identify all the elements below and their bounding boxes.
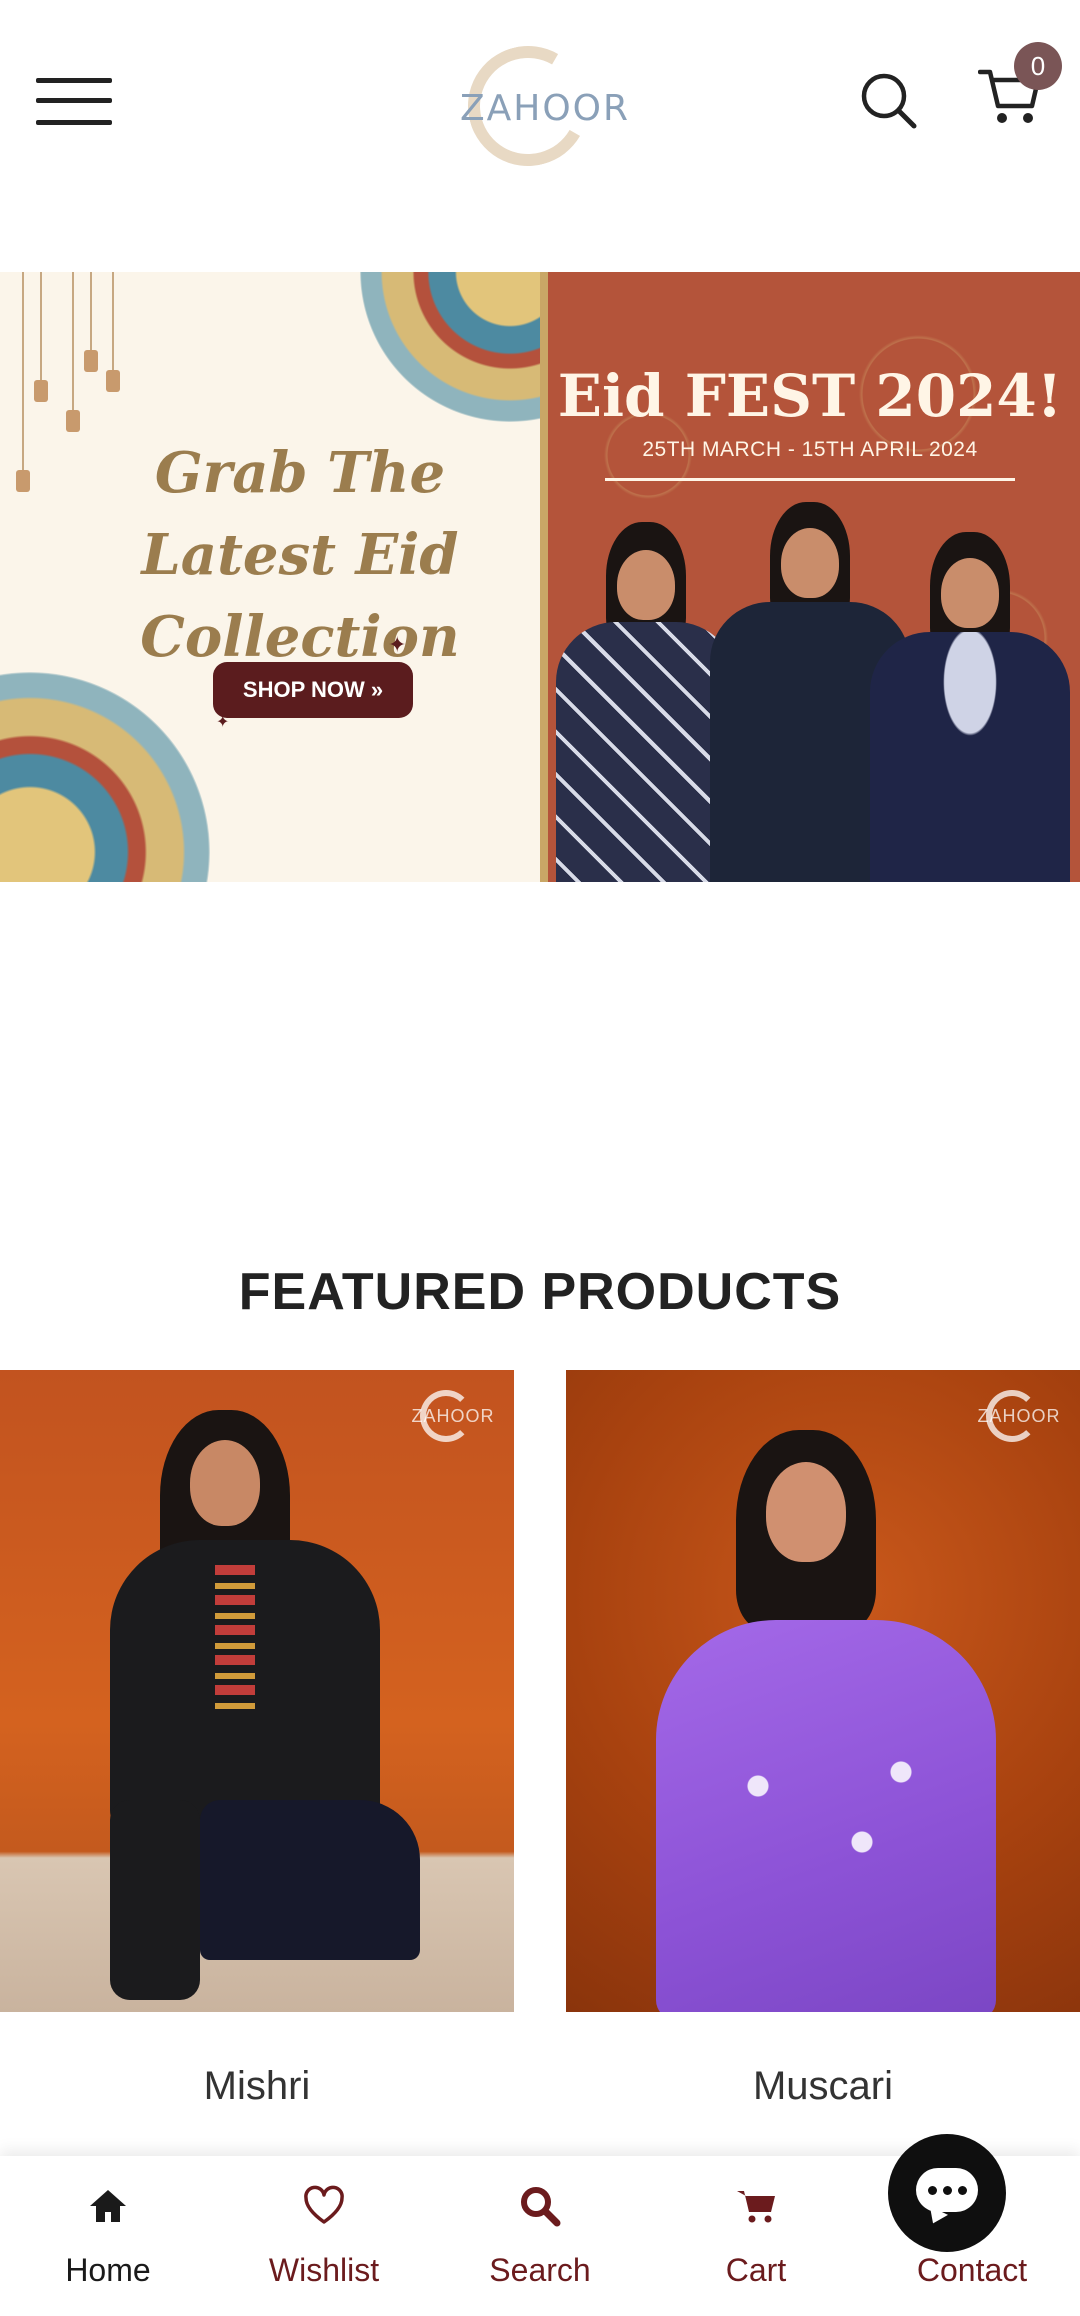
watermark-logo: ZAHOOR: [976, 1390, 1062, 1446]
search-icon[interactable]: [858, 70, 918, 130]
nav-label-contact: Contact: [916, 2252, 1028, 2288]
product-name[interactable]: Mishri: [0, 2064, 514, 2109]
model-face: [766, 1462, 846, 1562]
model-trousers: [110, 1800, 200, 2000]
nav-item-cart[interactable]: Cart: [648, 2156, 864, 2316]
chat-button[interactable]: [888, 2134, 1006, 2252]
divider-line: [605, 478, 1015, 481]
product-card[interactable]: ZAHOOR Mishri: [0, 1370, 514, 2109]
cart-icon: [737, 2191, 775, 2223]
model-figure: [870, 532, 1070, 882]
lantern-decoration: [34, 272, 48, 402]
logo-text: ZAHOOR: [459, 88, 631, 129]
site-header: ZAHOOR 0: [0, 0, 1080, 210]
home-icon: [90, 2190, 126, 2222]
nav-label-home: Home: [65, 2252, 151, 2288]
chat-bubble-icon: [916, 2168, 978, 2212]
nav-item-wishlist[interactable]: Wishlist: [216, 2156, 432, 2316]
lantern-decoration: [66, 272, 80, 432]
product-image[interactable]: ZAHOOR: [566, 1370, 1080, 2012]
nav-label-search: Search: [489, 2252, 591, 2288]
heart-icon: [304, 2185, 344, 2224]
model-skirt: [200, 1800, 420, 1960]
cart-count-badge[interactable]: 0: [1014, 42, 1062, 90]
nav-label-wishlist: Wishlist: [268, 2252, 380, 2288]
watermark-logo: ZAHOOR: [410, 1390, 496, 1446]
shop-now-button[interactable]: SHOP NOW »: [213, 662, 413, 718]
nav-item-search[interactable]: Search: [432, 2156, 648, 2316]
product-name[interactable]: Muscari: [566, 2064, 1080, 2109]
banner-headline: Grab The Latest Eid Collection: [140, 440, 460, 670]
eid-fest-dates: 25TH MARCH - 15TH APRIL 2024: [642, 438, 978, 461]
nav-item-home[interactable]: Home: [0, 2156, 216, 2316]
lantern-decoration: [84, 272, 98, 372]
lantern-decoration: [106, 272, 120, 392]
product-image[interactable]: ZAHOOR: [0, 1370, 514, 2012]
sparkle-icon: ✦: [388, 632, 407, 657]
eid-fest-title: Eid FEST 2024!: [557, 362, 1063, 430]
kurta-embroidery: [215, 1565, 255, 1715]
model-figure: [556, 522, 736, 882]
brand-logo[interactable]: ZAHOOR: [450, 32, 640, 180]
kurta-embroidery: [706, 1730, 966, 1870]
hero-banner[interactable]: Grab The Latest Eid Collection SHOP NOW …: [0, 272, 1080, 882]
hamburger-menu-icon[interactable]: [36, 74, 116, 130]
model-face: [190, 1440, 260, 1526]
nav-label-cart: Cart: [725, 2252, 787, 2288]
banner-left-panel[interactable]: Grab The Latest Eid Collection SHOP NOW …: [0, 272, 540, 882]
mandala-decoration: [360, 272, 540, 422]
search-icon: [521, 2187, 561, 2227]
featured-products-heading: FEATURED PRODUCTS: [238, 1263, 842, 1321]
sparkle-icon: ✦: [216, 714, 230, 731]
mandala-decoration: [0, 672, 210, 882]
banner-right-panel[interactable]: Eid FEST 2024! 25TH MARCH - 15TH APRIL 2…: [540, 272, 1080, 882]
product-card[interactable]: ZAHOOR Muscari: [566, 1370, 1080, 2109]
lantern-decoration: [16, 272, 30, 492]
